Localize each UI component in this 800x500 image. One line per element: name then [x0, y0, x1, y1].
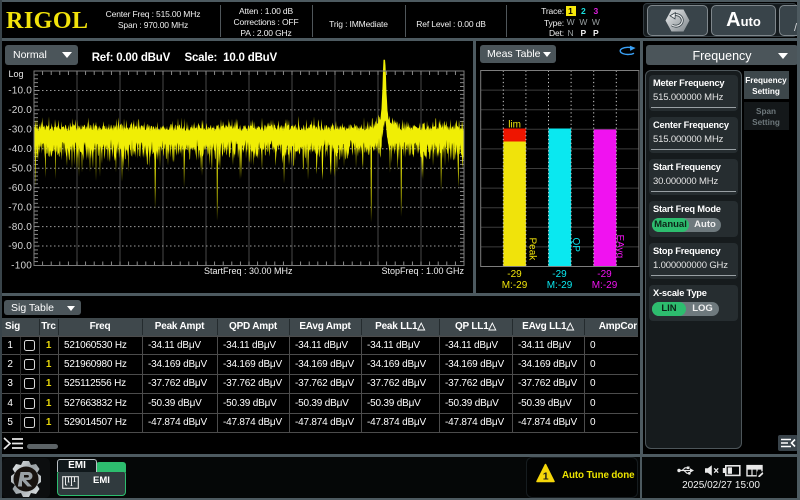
svg-text:-30.0: -30.0 [8, 125, 32, 136]
svg-text:-80.0: -80.0 [8, 222, 32, 233]
svg-text:-40.0: -40.0 [8, 144, 32, 155]
svg-text:-100: -100 [11, 261, 32, 272]
svg-text:-20.0: -20.0 [8, 105, 32, 116]
svg-text:-60.0: -60.0 [8, 183, 32, 194]
svg-text:lim: lim [508, 120, 521, 131]
svg-text:-50.0: -50.0 [8, 163, 32, 174]
svg-text:Peak: Peak [527, 238, 538, 262]
svg-text:-90.0: -90.0 [8, 241, 32, 252]
svg-text:1: 1 [543, 471, 549, 483]
svg-text:-70.0: -70.0 [8, 202, 32, 213]
svg-text:QP: QP [570, 238, 581, 253]
svg-text:-10.0: -10.0 [8, 86, 32, 97]
svg-text:EAvg: EAvg [614, 235, 625, 259]
